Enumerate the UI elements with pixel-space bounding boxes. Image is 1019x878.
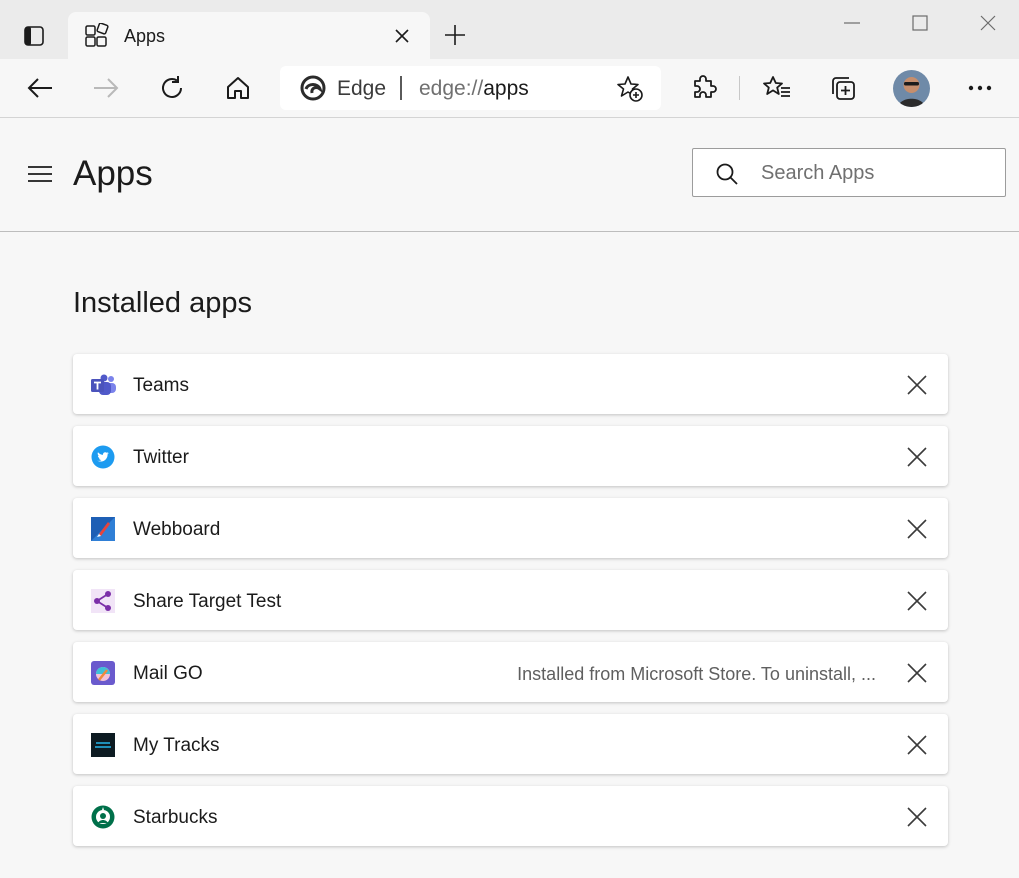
address-separator [400,76,402,100]
app-name: Webboard [133,519,221,540]
maximize-icon[interactable] [905,8,935,38]
app-row-my-tracks[interactable]: My Tracks [73,714,948,774]
tab-close-icon[interactable] [390,24,414,48]
home-icon[interactable] [220,71,256,105]
remove-app-icon[interactable] [903,443,931,471]
search-box[interactable] [692,148,1006,197]
app-row-share-target-test[interactable]: Share Target Test [73,570,948,630]
remove-app-icon[interactable] [903,659,931,687]
section-title: Installed apps [73,287,252,319]
tab-actions-icon[interactable] [20,22,48,50]
back-arrow-icon[interactable] [22,71,58,105]
remove-app-icon[interactable] [903,515,931,543]
close-window-icon[interactable] [973,8,1003,38]
tab-apps[interactable]: Apps [68,12,430,59]
page-title: Apps [73,154,153,193]
add-favorite-icon[interactable] [616,75,644,103]
apps-grid-icon [84,22,110,49]
page-header: Apps [0,118,1019,232]
browser-toolbar: Edge edge://apps [0,59,1019,118]
forward-arrow-icon[interactable] [88,71,124,105]
minimize-icon[interactable] [837,8,867,38]
remove-app-icon[interactable] [903,731,931,759]
extensions-icon[interactable] [686,71,722,105]
new-tab-icon[interactable] [440,20,470,50]
refresh-icon[interactable] [154,71,190,105]
app-note: Installed from Microsoft Store. To unins… [517,664,876,684]
collections-icon[interactable] [825,71,861,105]
remove-app-icon[interactable] [903,587,931,615]
mail-go-icon [91,661,115,685]
twitter-icon [91,445,115,469]
installed-apps-list: Teams Twitter Webboard Share Target Test [73,354,948,858]
app-row-starbucks[interactable]: Starbucks [73,786,948,846]
favorites-icon[interactable] [759,71,795,105]
app-row-webboard[interactable]: Webboard [73,498,948,558]
app-name: Mail GO [133,663,203,684]
share-icon [91,589,115,613]
teams-icon [91,373,116,397]
more-options-icon[interactable] [962,71,998,105]
app-row-mail-go[interactable]: Mail GO Installed from Microsoft Store. … [73,642,948,702]
remove-app-icon[interactable] [903,371,931,399]
address-url[interactable]: edge://apps [419,77,529,101]
app-name: My Tracks [133,735,220,756]
tab-title: Apps [124,26,166,46]
starbucks-icon [91,805,115,829]
profile-avatar[interactable] [893,70,930,107]
search-input[interactable] [759,157,993,189]
title-bar: Apps [0,0,1019,59]
address-bar[interactable]: Edge edge://apps [280,66,661,110]
app-row-teams[interactable]: Teams [73,354,948,414]
address-brand: Edge [337,77,387,100]
app-name: Share Target Test [133,591,282,612]
app-name: Teams [133,375,189,396]
remove-app-icon[interactable] [903,803,931,831]
webboard-icon [91,517,115,541]
edge-logo-icon [300,75,326,101]
my-tracks-icon [91,733,115,757]
app-row-twitter[interactable]: Twitter [73,426,948,486]
app-name: Starbucks [133,807,218,828]
search-icon [715,162,739,186]
menu-icon[interactable] [24,162,56,186]
app-name: Twitter [133,447,189,468]
toolbar-divider [739,76,740,100]
